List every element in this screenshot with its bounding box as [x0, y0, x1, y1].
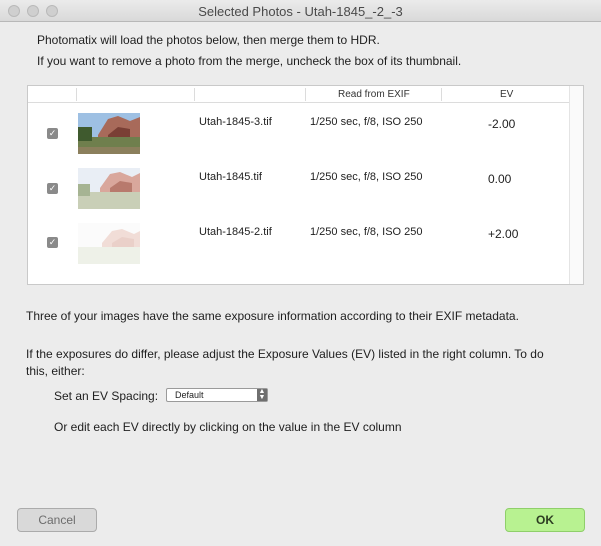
exif-info: 1/250 sec, f/8, ISO 250	[310, 171, 423, 183]
column-divider	[441, 88, 442, 101]
checkmark-icon: ✓	[48, 128, 57, 138]
photo-thumbnail	[78, 113, 140, 154]
photos-table: Read from EXIF EV ✓ Utah-1845-3.tif 1/25…	[27, 85, 584, 285]
column-header-exif[interactable]: Read from EXIF	[338, 89, 410, 100]
table-row: ✓ Utah-1845-2.tif 1/250 sec, f/8, ISO 25…	[28, 221, 568, 275]
checkmark-icon: ✓	[48, 237, 57, 247]
column-header-ev[interactable]: EV	[500, 89, 513, 100]
adjust-ev-message: If the exposures do differ, please adjus…	[26, 347, 544, 378]
ev-value[interactable]: +2.00	[488, 227, 518, 241]
filename: Utah-1845.tif	[199, 171, 262, 183]
updown-arrows-icon: ▲ ▼	[257, 388, 267, 401]
include-photo-checkbox[interactable]: ✓	[47, 237, 58, 248]
include-photo-checkbox[interactable]: ✓	[47, 128, 58, 139]
ev-spacing-label: Set an EV Spacing:	[54, 389, 159, 403]
window-title: Selected Photos - Utah-1845_-2_-3	[198, 4, 403, 19]
filename: Utah-1845-2.tif	[199, 226, 272, 238]
ev-value[interactable]: 0.00	[488, 172, 511, 186]
ev-value[interactable]: -2.00	[488, 117, 515, 131]
exif-info: 1/250 sec, f/8, ISO 250	[310, 226, 423, 238]
column-divider	[305, 88, 306, 101]
include-photo-checkbox[interactable]: ✓	[47, 183, 58, 194]
same-exposure-message: Three of your images have the same expos…	[26, 309, 519, 323]
table-row: ✓ Utah-1845-3.tif 1/250 sec, f/8, ISO 25…	[28, 111, 568, 165]
column-divider	[194, 88, 195, 101]
checkmark-icon: ✓	[48, 183, 57, 193]
table-scrollbar[interactable]	[569, 86, 583, 284]
ev-spacing-select[interactable]: Default ▲ ▼	[166, 388, 268, 402]
edit-ev-note: Or edit each EV directly by clicking on …	[54, 420, 402, 434]
ev-spacing-selected-value: Default	[175, 390, 204, 400]
table-header: Read from EXIF EV	[28, 86, 583, 103]
photo-thumbnail	[78, 168, 140, 209]
filename: Utah-1845-3.tif	[199, 116, 272, 128]
cancel-button[interactable]: Cancel	[17, 508, 97, 532]
table-row: ✓ Utah-1845.tif 1/250 sec, f/8, ISO 250 …	[28, 166, 568, 220]
title-bar: Selected Photos - Utah-1845_-2_-3	[0, 0, 601, 22]
exif-info: 1/250 sec, f/8, ISO 250	[310, 116, 423, 128]
intro-text-1: Photomatix will load the photos below, t…	[37, 33, 380, 47]
column-divider	[76, 88, 77, 101]
ok-button[interactable]: OK	[505, 508, 585, 532]
intro-text-2: If you want to remove a photo from the m…	[37, 54, 462, 68]
photo-thumbnail	[78, 223, 140, 264]
